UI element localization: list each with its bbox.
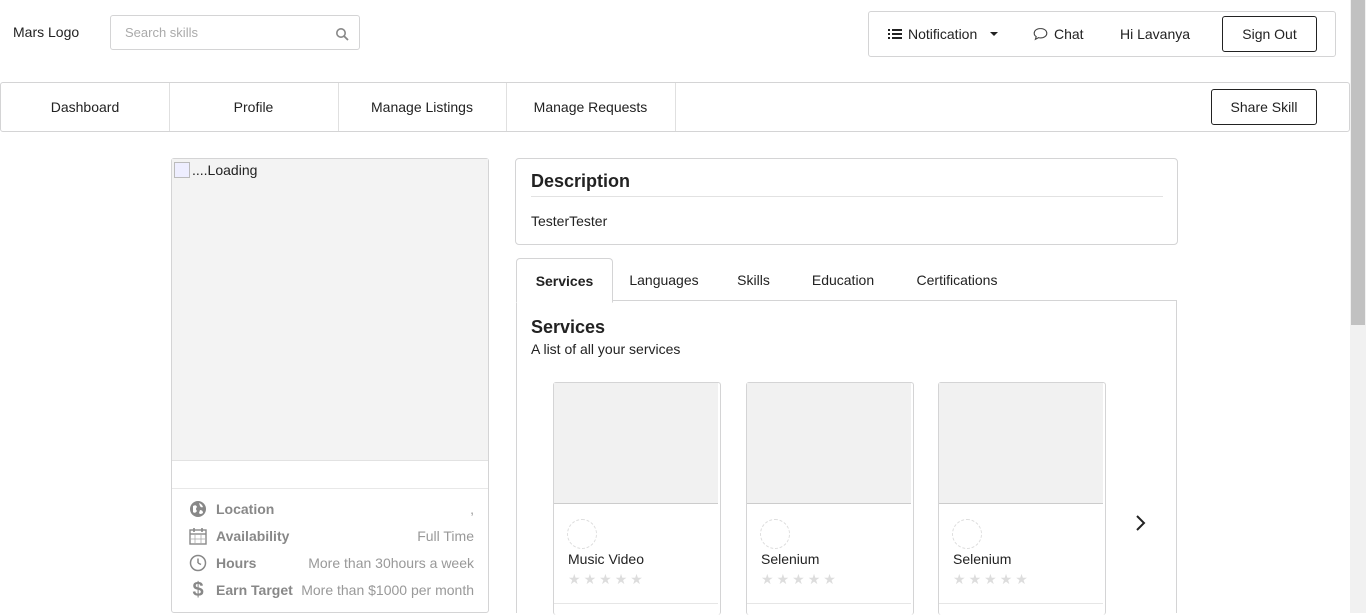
star-icon: ★ xyxy=(776,571,790,587)
tab-certifications[interactable]: Certifications xyxy=(899,258,1015,301)
search-input[interactable] xyxy=(123,24,327,41)
star-icon: ★ xyxy=(953,571,966,587)
image-alt-text: ....Loading xyxy=(192,162,258,178)
services-subtitle: A list of all your services xyxy=(531,341,681,357)
tab-languages[interactable]: Languages xyxy=(615,258,713,301)
notification-label: Notification xyxy=(908,26,978,42)
chevron-right-icon[interactable] xyxy=(1131,513,1151,533)
star-icon: ★ xyxy=(968,571,982,587)
top-menu: Notification Chat Hi Lavanya Sign Out xyxy=(868,11,1336,57)
star-icon: ★ xyxy=(568,571,581,587)
info-value: , xyxy=(470,501,474,517)
service-card[interactable]: Selenium ★ ★ ★ ★ ★ xyxy=(746,382,914,615)
globe-icon xyxy=(188,499,208,519)
info-row-hours: Hours More than 30hours a week xyxy=(188,552,474,574)
share-skill-button[interactable]: Share Skill xyxy=(1211,89,1317,125)
search-icon[interactable] xyxy=(335,27,349,41)
rating-stars: ★ ★ ★ ★ ★ xyxy=(953,572,1028,586)
star-icon: ★ xyxy=(599,571,612,587)
star-icon: ★ xyxy=(614,571,628,587)
service-name[interactable]: Music Video xyxy=(568,551,644,567)
services-panel: Services A list of all your services Mus… xyxy=(516,300,1177,615)
nav-item-manage-listings[interactable]: Manage Listings xyxy=(338,83,507,131)
service-image xyxy=(747,383,911,504)
divider xyxy=(531,196,1163,197)
chat-link[interactable]: Chat xyxy=(1033,26,1084,42)
rating-stars: ★ ★ ★ ★ ★ xyxy=(568,572,643,586)
search-box[interactable] xyxy=(110,15,360,50)
profile-image: ....Loading xyxy=(172,159,488,461)
description-text: TesterTester xyxy=(531,213,608,229)
info-value: More than 30hours a week xyxy=(308,555,474,571)
divider xyxy=(172,488,488,489)
info-row-earn-target: $ Earn Target More than $1000 per month xyxy=(188,579,474,601)
clock-icon xyxy=(188,553,208,573)
info-label: Hours xyxy=(216,555,257,571)
star-icon: ★ xyxy=(984,571,997,587)
broken-image-icon xyxy=(174,162,190,178)
info-row-availability: Availability Full Time xyxy=(188,525,474,547)
tab-services[interactable]: Services xyxy=(516,258,613,303)
description-title: Description xyxy=(531,171,631,191)
calendar-icon xyxy=(188,526,208,546)
description-card: Description TesterTester xyxy=(515,158,1178,245)
service-card[interactable]: Music Video ★ ★ ★ ★ ★ xyxy=(553,382,721,615)
tab-education[interactable]: Education xyxy=(797,258,889,301)
info-value: Full Time xyxy=(417,528,474,544)
main-nav: Dashboard Profile Manage Listings Manage… xyxy=(0,82,1350,132)
broken-image: ....Loading xyxy=(174,162,257,178)
caret-down-icon xyxy=(990,32,999,36)
sign-out-button[interactable]: Sign Out xyxy=(1222,16,1317,52)
services-title: Services xyxy=(531,317,606,337)
nav-item-manage-requests[interactable]: Manage Requests xyxy=(506,83,676,131)
star-icon: ★ xyxy=(1015,571,1028,587)
avatar xyxy=(567,519,597,549)
divider xyxy=(747,603,911,604)
star-icon: ★ xyxy=(761,571,774,587)
avatar xyxy=(760,519,790,549)
star-icon: ★ xyxy=(792,571,805,587)
profile-card: ....Loading Location , Availability Full… xyxy=(171,158,489,613)
info-row-location: Location , xyxy=(188,498,474,520)
notification-dropdown[interactable]: Notification xyxy=(888,26,999,42)
star-icon: ★ xyxy=(807,571,821,587)
info-label: Availability xyxy=(216,528,290,544)
chat-label: Chat xyxy=(1054,26,1084,42)
nav-item-profile[interactable]: Profile xyxy=(169,83,339,131)
service-image xyxy=(554,383,718,504)
info-label: Location xyxy=(216,501,275,517)
divider xyxy=(939,603,1103,604)
service-name[interactable]: Selenium xyxy=(761,551,819,567)
service-image xyxy=(939,383,1103,504)
star-icon: ★ xyxy=(999,571,1013,587)
info-label: Earn Target xyxy=(216,582,293,598)
info-value: More than $1000 per month xyxy=(301,582,474,598)
star-icon: ★ xyxy=(823,571,836,587)
list-icon xyxy=(888,29,902,39)
chat-icon xyxy=(1033,27,1048,41)
service-card[interactable]: Selenium ★ ★ ★ ★ ★ xyxy=(938,382,1106,615)
site-logo[interactable]: Mars Logo xyxy=(13,24,79,40)
dollar-icon: $ xyxy=(192,578,204,601)
star-icon: ★ xyxy=(583,571,597,587)
avatar xyxy=(952,519,982,549)
scrollbar-thumb[interactable] xyxy=(1351,0,1365,325)
star-icon: ★ xyxy=(630,571,643,587)
tab-skills[interactable]: Skills xyxy=(720,258,787,301)
rating-stars: ★ ★ ★ ★ ★ xyxy=(761,572,836,586)
profile-tabs: Services Languages Skills Education Cert… xyxy=(515,258,1177,303)
service-name[interactable]: Selenium xyxy=(953,551,1011,567)
nav-item-dashboard[interactable]: Dashboard xyxy=(1,83,170,131)
divider xyxy=(554,603,718,604)
user-greeting[interactable]: Hi Lavanya xyxy=(1120,26,1190,42)
